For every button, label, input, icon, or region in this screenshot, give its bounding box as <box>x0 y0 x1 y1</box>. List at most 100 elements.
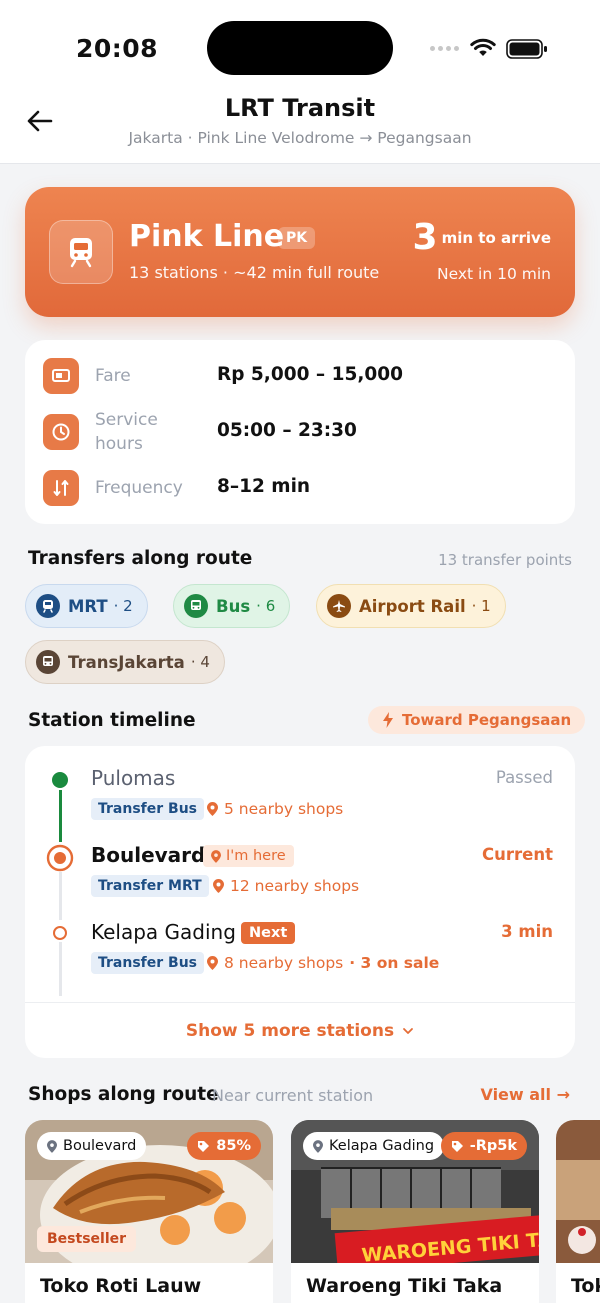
line-info-card: Fare Rp 5,000 – 15,000 Service hours 05:… <box>25 340 575 524</box>
map-pin-icon <box>313 1139 323 1153</box>
bus-icon <box>184 594 208 618</box>
chip-label: TransJakarta <box>68 652 185 672</box>
fare-row: Fare Rp 5,000 – 15,000 <box>43 358 563 394</box>
ticket-icon <box>43 358 79 394</box>
station-status: 3 min <box>501 922 553 941</box>
discount-badge: -Rp5k <box>440 1132 527 1160</box>
shop-card[interactable]: Tok <box>556 1120 600 1303</box>
bestseller-badge: Bestseller <box>37 1226 137 1252</box>
line-hero-card[interactable]: Pink Line PK 13 stations · ~42 min full … <box>25 187 575 317</box>
station-dot-passed <box>52 772 68 788</box>
nearby-shops-text: 5 nearby shops <box>224 800 344 818</box>
shops-title: Shops along route <box>28 1084 219 1105</box>
eta-value: 3 <box>412 217 438 258</box>
current-station-marker <box>46 844 74 872</box>
line-meta: 13 stations · ~42 min full route <box>129 263 380 282</box>
status-bar: 20:08 <box>0 0 600 92</box>
station-pill: Kelapa Gading <box>303 1132 445 1160</box>
direction-toggle[interactable]: Toward Pegangsaan <box>368 706 586 734</box>
station-status: Passed <box>495 768 553 787</box>
sale-count: · 3 on sale <box>349 954 440 972</box>
timeline-title: Station timeline <box>28 710 196 731</box>
shop-photo <box>556 1120 600 1263</box>
nearby-shops-link[interactable]: 5 nearby shops <box>207 800 343 818</box>
clock-icon <box>43 414 79 450</box>
frequency-value: 8–12 min <box>217 476 311 497</box>
app-header: LRT Transit Jakarta · Pink Line Velodrom… <box>0 92 600 164</box>
nearby-shops-link[interactable]: 8 nearby shops · 3 on sale <box>207 954 439 972</box>
wifi-icon <box>470 38 496 56</box>
discount-label: -Rp5k <box>469 1138 517 1154</box>
next-badge: Next <box>241 922 296 944</box>
map-pin-icon <box>211 849 221 863</box>
chip-count: · 2 <box>113 597 133 615</box>
plane-icon <box>327 594 351 618</box>
nearby-shops-text: 12 nearby shops <box>230 877 360 895</box>
service-hours-label-1: Service <box>95 410 158 430</box>
shop-card[interactable]: Boulevard 85% Bestseller Toko Roti Lauw <box>25 1120 273 1303</box>
fare-label: Fare <box>95 366 131 386</box>
shop-name: Toko Roti Lauw <box>40 1275 202 1297</box>
line-name: Pink Line <box>129 219 285 254</box>
eta-label: min to arrive <box>441 228 551 247</box>
transfer-tag: Transfer Bus <box>91 952 204 974</box>
transfer-chip-bus[interactable]: Bus · 6 <box>173 584 291 628</box>
station-name[interactable]: Kelapa Gading <box>91 920 236 944</box>
cellular-signal-icon <box>430 46 459 51</box>
page-title: LRT Transit <box>224 94 376 122</box>
eta-display: 3 min to arrive <box>413 217 551 258</box>
train-icon <box>36 594 60 618</box>
map-pin-icon <box>47 1139 57 1153</box>
chip-label: MRT <box>68 596 108 616</box>
station-pill-label: Boulevard <box>63 1138 137 1154</box>
tag-icon <box>198 1140 210 1152</box>
shop-name: Waroeng Tiki Taka <box>306 1275 503 1297</box>
map-pin-icon <box>213 879 224 893</box>
transfer-chip-mrt[interactable]: MRT · 2 <box>25 584 148 628</box>
bus-icon <box>36 650 60 674</box>
station-status: Current <box>482 845 553 864</box>
station-name[interactable]: Boulevard <box>91 843 205 867</box>
lightning-icon <box>383 712 393 728</box>
next-train-text: Next in 10 min <box>437 265 551 283</box>
service-hours-row: Service hours 05:00 – 23:30 <box>43 410 563 454</box>
service-hours-value: 05:00 – 23:30 <box>217 420 357 441</box>
view-all-shops-link[interactable]: View all → <box>480 1085 570 1104</box>
show-more-stations-button[interactable]: Show 5 more stations <box>25 1002 575 1058</box>
chip-label: Airport Rail <box>359 596 466 616</box>
dynamic-island <box>207 21 393 75</box>
nearby-shops-text: 8 nearby shops <box>224 954 344 972</box>
transfer-chip-transjakarta[interactable]: TransJakarta · 4 <box>25 640 225 684</box>
status-time: 20:08 <box>76 34 159 63</box>
chip-count: · 6 <box>256 597 276 615</box>
nearby-shops-link[interactable]: 12 nearby shops <box>213 877 359 895</box>
chip-label: Bus <box>216 596 251 616</box>
battery-icon <box>506 39 547 59</box>
station-dot-next <box>53 926 67 940</box>
fare-value: Rp 5,000 – 15,000 <box>217 364 403 385</box>
shops-subtitle: Near current station <box>212 1086 374 1105</box>
service-hours-label-2: hours <box>95 434 143 454</box>
shop-card[interactable]: WAROENG TIKI TAKA Kelapa Gading -Rp5k Wa… <box>291 1120 539 1303</box>
chip-count: · 4 <box>190 653 210 671</box>
transfer-chip-airport-rail[interactable]: Airport Rail · 1 <box>316 584 506 628</box>
timeline-line-upcoming <box>59 872 62 920</box>
transfers-count: 13 transfer points <box>438 551 572 569</box>
train-icon <box>49 220 113 284</box>
transfer-tag: Transfer MRT <box>91 875 209 897</box>
direction-label: Toward Pegangsaan <box>402 711 572 729</box>
station-name[interactable]: Pulomas <box>91 766 175 790</box>
frequency-row: Frequency 8–12 min <box>43 470 563 506</box>
chip-count: · 1 <box>471 597 491 615</box>
line-code-badge: PK <box>278 227 316 249</box>
timeline-line-upcoming <box>59 942 62 996</box>
im-here-text: I'm here <box>226 848 286 864</box>
show-more-label: Show 5 more stations <box>185 1020 395 1041</box>
chevron-down-icon <box>403 1027 413 1034</box>
shop-name: Tok <box>571 1275 600 1297</box>
frequency-label: Frequency <box>95 478 183 498</box>
map-pin-icon <box>207 802 218 816</box>
map-pin-icon <box>207 956 218 970</box>
page-subtitle: Jakarta · Pink Line Velodrome → Pegangsa… <box>128 129 472 147</box>
station-pill: Boulevard <box>37 1132 147 1160</box>
